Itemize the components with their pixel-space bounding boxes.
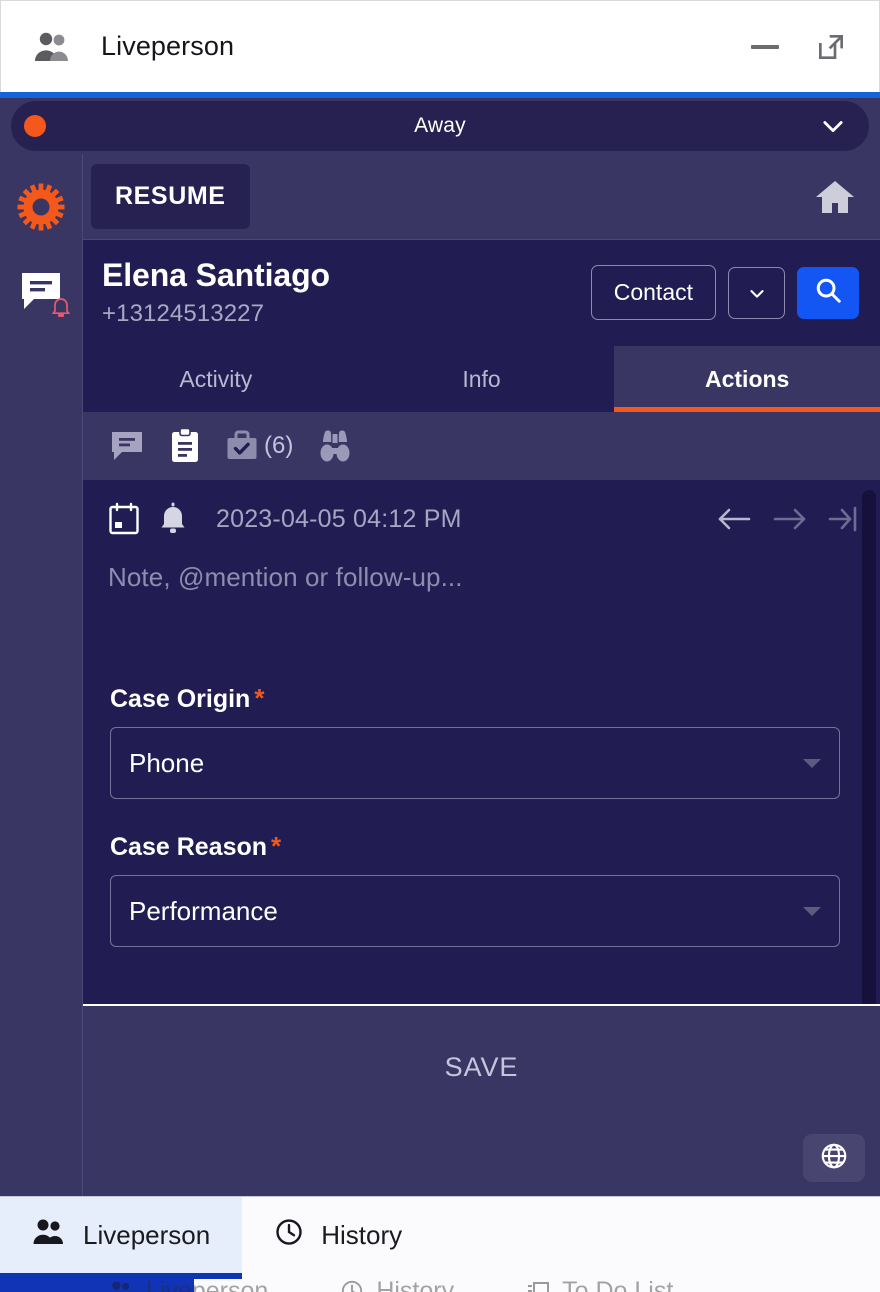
bottom-tab-liveperson[interactable]: Liveperson	[0, 1197, 243, 1279]
gear-icon	[16, 182, 66, 237]
field-case-origin: Case Origin * Phone	[110, 683, 840, 800]
bottom-tab-bar: Liveperson History Liveperson History To…	[0, 1196, 880, 1292]
panel-tabs: Activity Info Actions	[83, 346, 880, 413]
case-origin-select[interactable]: Phone	[110, 727, 840, 800]
window-title: Liveperson	[101, 31, 235, 61]
resume-button[interactable]: RESUME	[91, 164, 250, 229]
required-marker: *	[271, 831, 282, 862]
minimize-button[interactable]	[747, 29, 783, 65]
tab-info[interactable]: Info	[349, 346, 615, 412]
actions-scroll-region: 2023-04-05 04:12 PM Note, @mention or fo…	[83, 480, 880, 1006]
people-icon	[32, 1218, 66, 1253]
globe-icon	[819, 1141, 849, 1176]
binoculars-icon[interactable]	[319, 429, 351, 463]
case-form: Case Origin * Phone Case Reason * Perfor…	[83, 593, 880, 948]
background-tab-strip: Liveperson History To Do List	[0, 1278, 880, 1292]
bottom-tab-history-wrap: History	[242, 1197, 434, 1279]
form-scrollbar-thumb[interactable]	[862, 490, 876, 1005]
required-marker: *	[254, 683, 265, 714]
contact-phone: +13124513227	[102, 300, 265, 328]
briefcase-count: (6)	[264, 432, 294, 460]
reminder-bell-icon[interactable]	[158, 502, 188, 536]
bell-icon	[50, 295, 72, 324]
language-globe-button[interactable]	[803, 1134, 865, 1182]
search-button[interactable]	[797, 266, 859, 319]
case-origin-value: Phone	[129, 747, 205, 778]
contact-actions: Contact	[590, 265, 859, 320]
case-reason-label: Case Reason *	[110, 831, 282, 862]
contact-meta: Elena Santiago +13124513227	[102, 256, 591, 328]
activity-datetime: 2023-04-05 04:12 PM	[216, 504, 462, 533]
note-input[interactable]: Note, @mention or follow-up...	[83, 536, 880, 593]
clipboard-icon[interactable]	[170, 428, 200, 464]
background-tabs: Liveperson History To Do List	[0, 1278, 880, 1292]
field-case-reason: Case Reason * Performance	[110, 831, 840, 948]
clock-icon	[274, 1217, 304, 1254]
window-title-bar: Liveperson	[0, 0, 880, 92]
home-icon[interactable]	[814, 178, 856, 216]
chat-icon[interactable]	[110, 430, 144, 462]
caret-down-icon	[803, 906, 821, 916]
window-controls	[747, 29, 849, 65]
activity-date-row: 2023-04-05 04:12 PM	[83, 480, 880, 536]
save-button[interactable]: SAVE	[83, 1006, 880, 1106]
case-origin-label: Case Origin *	[110, 683, 265, 714]
status-bar: Away	[0, 98, 880, 154]
search-icon	[813, 275, 843, 310]
tab-activity[interactable]: Activity	[83, 346, 349, 412]
main-panel: RESUME Elena Santiago +13124513227 Conta…	[83, 154, 880, 1196]
tab-actions[interactable]: Actions	[614, 346, 880, 413]
bottom-tab-liveperson-label: Liveperson	[83, 1219, 211, 1250]
bottom-tab-liveperson-wrap: Liveperson	[0, 1197, 243, 1279]
background-tab-todo[interactable]: To Do List	[526, 1278, 673, 1292]
conversation-topbar: RESUME	[83, 154, 880, 239]
rail-item-settings[interactable]	[12, 180, 70, 238]
skip-end-arrow-icon[interactable]	[828, 504, 858, 534]
form-scrollbar[interactable]	[862, 480, 878, 1005]
background-tab-history[interactable]: History	[340, 1278, 454, 1292]
briefcase-check-icon[interactable]: (6)	[226, 429, 293, 463]
background-tab-history-label: History	[376, 1278, 455, 1292]
forward-arrow-icon[interactable]	[772, 504, 808, 534]
contact-header: Elena Santiago +13124513227 Contact	[83, 239, 880, 347]
case-reason-value: Performance	[129, 895, 278, 926]
widget-body: RESUME Elena Santiago +13124513227 Conta…	[0, 154, 880, 1196]
popout-icon[interactable]	[813, 29, 849, 65]
contact-name: Elena Santiago	[102, 257, 330, 293]
bottom-tab-history[interactable]: History	[242, 1197, 434, 1273]
status-label: Away	[414, 114, 466, 137]
left-rail	[0, 154, 83, 1196]
rail-item-messages[interactable]	[12, 264, 72, 324]
actions-icon-toolbar: (6)	[83, 412, 880, 481]
activity-date-nav	[716, 504, 858, 534]
back-arrow-icon[interactable]	[716, 504, 752, 534]
contact-dropdown-button[interactable]	[728, 266, 785, 319]
background-tab-liveperson-label: Liveperson	[146, 1278, 269, 1292]
background-tab-todo-label: To Do List	[562, 1278, 674, 1292]
background-tab-liveperson[interactable]: Liveperson	[108, 1278, 268, 1292]
liveperson-widget-window: Liveperson Away RESUME Elena Santiago +1…	[0, 0, 880, 1292]
caret-down-icon	[803, 758, 821, 768]
case-reason-select[interactable]: Performance	[110, 875, 840, 948]
bottom-tab-history-label: History	[321, 1219, 403, 1250]
save-footer: SAVE	[83, 1006, 880, 1196]
calendar-icon[interactable]	[108, 502, 140, 536]
contact-button[interactable]: Contact	[590, 265, 716, 320]
agent-status-selector[interactable]: Away	[11, 101, 869, 151]
people-icon	[31, 25, 75, 69]
